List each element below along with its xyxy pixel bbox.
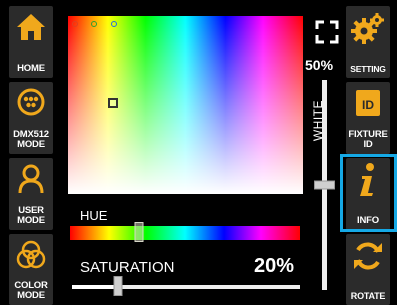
white-slider-handle[interactable]: [314, 180, 335, 190]
indicator-dot-red: [72, 21, 78, 27]
rotate-label: ROTATE: [350, 291, 386, 301]
indicator-dot-blue: [111, 21, 117, 27]
fixture-id-button[interactable]: ID FIXTURE ID: [346, 82, 390, 154]
home-icon: [15, 12, 47, 47]
home-label: HOME: [17, 63, 45, 74]
white-slider[interactable]: [314, 80, 335, 290]
saturation-slider-handle[interactable]: [113, 276, 123, 296]
color-circles-icon: [16, 240, 46, 275]
color-mode-button[interactable]: COLOR MODE: [9, 234, 53, 305]
saturation-slider-fill: [72, 285, 118, 289]
setting-button[interactable]: SETTING: [346, 6, 390, 78]
hue-slider[interactable]: [70, 222, 300, 242]
dmx512-mode-label: DMX512 MODE: [13, 129, 49, 150]
info-selected-highlight: [340, 154, 397, 232]
id-card-icon: ID: [354, 88, 382, 123]
saturation-value: 20%: [254, 255, 295, 277]
rotate-icon: [352, 240, 384, 277]
color-picker-cursor[interactable]: [108, 98, 118, 108]
color-mode-label: COLOR MODE: [14, 280, 48, 301]
home-button[interactable]: HOME: [9, 6, 53, 78]
dmx512-mode-button[interactable]: DMX512 MODE: [9, 82, 53, 154]
indicator-dot-green: [91, 21, 97, 27]
user-mode-button[interactable]: USER MODE: [9, 158, 53, 230]
fullscreen-icon[interactable]: [315, 20, 339, 49]
user-icon: [17, 164, 45, 199]
dmx-connector-icon: [16, 88, 46, 121]
saturation-label: SATURATION: [80, 259, 175, 276]
hue-label: HUE: [80, 208, 108, 223]
color-picker-field[interactable]: [68, 16, 303, 194]
gear-icon: [351, 12, 385, 49]
svg-text:ID: ID: [362, 98, 374, 112]
white-value: 50%: [305, 57, 334, 73]
setting-label: SETTING: [350, 64, 386, 74]
saturation-slider[interactable]: [72, 276, 300, 296]
user-mode-label: USER MODE: [17, 205, 45, 226]
rotate-button[interactable]: ROTATE: [346, 234, 390, 305]
fixture-id-label: FIXTURE ID: [348, 129, 388, 150]
hue-slider-handle[interactable]: [134, 222, 144, 242]
